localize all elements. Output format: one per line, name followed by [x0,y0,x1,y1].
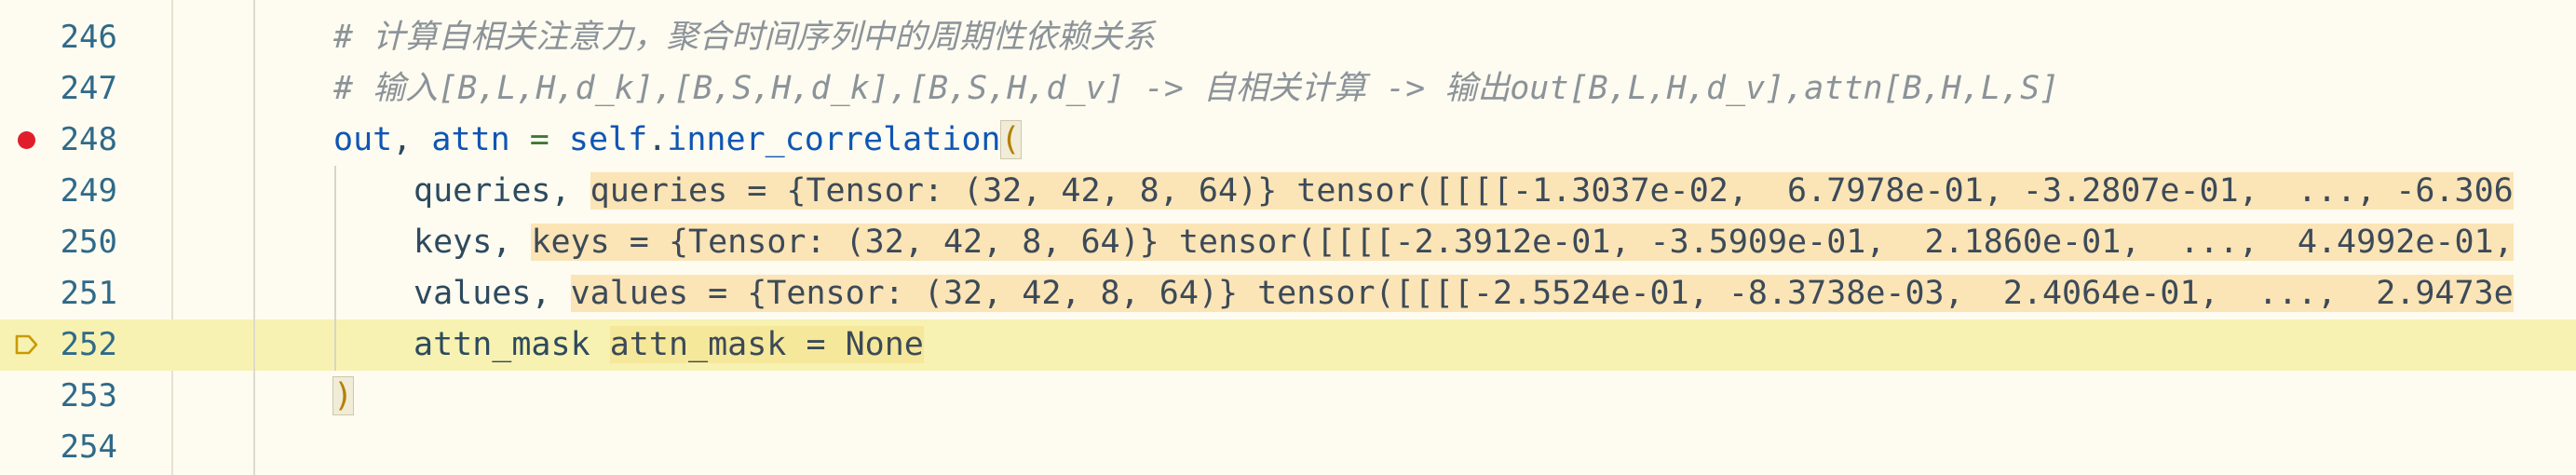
code-argument: values, values = {Tensor: (32, 42, 8, 64… [414,268,2514,319]
code-line-254[interactable]: 254 [0,422,2576,473]
close-paren: ) [332,376,355,415]
inline-debug-value[interactable]: values = {Tensor: (32, 42, 8, 64)} tenso… [570,275,2514,312]
comma: , [392,121,413,158]
code-line-246[interactable]: 246 # 计算自相关注意力，聚合时间序列中的周期性依赖关系 [0,12,2576,63]
indent-guide [334,166,336,217]
code-line-253[interactable]: 253 ) [0,371,2576,422]
dot: . [647,121,668,158]
line-number: 250 [60,224,117,261]
code-line-249[interactable]: 249 queries, queries = {Tensor: (32, 42,… [0,166,2576,217]
line-number: 246 [60,19,117,56]
execution-pointer-icon[interactable] [14,333,40,356]
code-line-250[interactable]: 250 keys, keys = {Tensor: (32, 42, 8, 64… [0,217,2576,268]
line-number: 252 [60,326,117,363]
argument-values[interactable]: values [414,275,531,312]
comma: , [550,172,571,210]
line-number: 251 [60,275,117,312]
code-comment: # 计算自相关注意力，聚合时间序列中的周期性依赖关系 [333,19,1156,56]
argument-queries[interactable]: queries [414,172,551,210]
method-inner-correlation[interactable]: inner_correlation [667,121,1000,158]
indent-guide [334,268,336,319]
code-argument: attn_mask attn_mask = None [414,319,924,371]
code-closing: ) [332,371,355,422]
line-number: 248 [60,121,117,158]
line-number: 249 [60,172,117,210]
comma: , [531,275,551,312]
code-editor[interactable]: 246 # 计算自相关注意力，聚合时间序列中的周期性依赖关系 247 # 输入[… [0,0,2576,475]
code-argument: queries, queries = {Tensor: (32, 42, 8, … [414,166,2514,217]
line-number: 253 [60,377,117,414]
indent-guide [334,217,336,268]
code-line-248[interactable]: 248 out, attn = self.inner_correlation( [0,115,2576,166]
line-number: 247 [60,70,117,107]
breakpoint-icon[interactable] [18,131,35,149]
inline-debug-value[interactable]: attn_mask = None [609,326,924,363]
code-statement: out, attn = self.inner_correlation( [333,115,1022,166]
line-number: 254 [60,428,117,466]
code-comment: # 输入[B,L,H,d_k],[B,S,H,d_k],[B,S,H,d_v] … [333,70,2060,107]
comma: , [492,224,512,261]
argument-attn-mask[interactable]: attn_mask [414,326,590,363]
open-paren: ( [999,120,1022,159]
inline-debug-value[interactable]: keys = {Tensor: (32, 42, 8, 64)} tensor(… [531,224,2514,261]
self-keyword[interactable]: self [569,121,647,158]
fold-margin-guide [253,0,255,475]
code-line-247[interactable]: 247 # 输入[B,L,H,d_k],[B,S,H,d_k],[B,S,H,d… [0,63,2576,115]
assignment-operator: = [529,121,549,158]
code-line-252-current[interactable]: 252 attn_mask attn_mask = None [0,319,2576,371]
inline-debug-value[interactable]: queries = {Tensor: (32, 42, 8, 64)} tens… [590,172,2514,210]
variable-out[interactable]: out [333,121,392,158]
indent-guide [334,319,336,371]
code-line-251[interactable]: 251 values, values = {Tensor: (32, 42, 8… [0,268,2576,319]
variable-attn[interactable]: attn [431,121,509,158]
argument-keys[interactable]: keys [414,224,492,261]
code-argument: keys, keys = {Tensor: (32, 42, 8, 64)} t… [414,217,2514,268]
